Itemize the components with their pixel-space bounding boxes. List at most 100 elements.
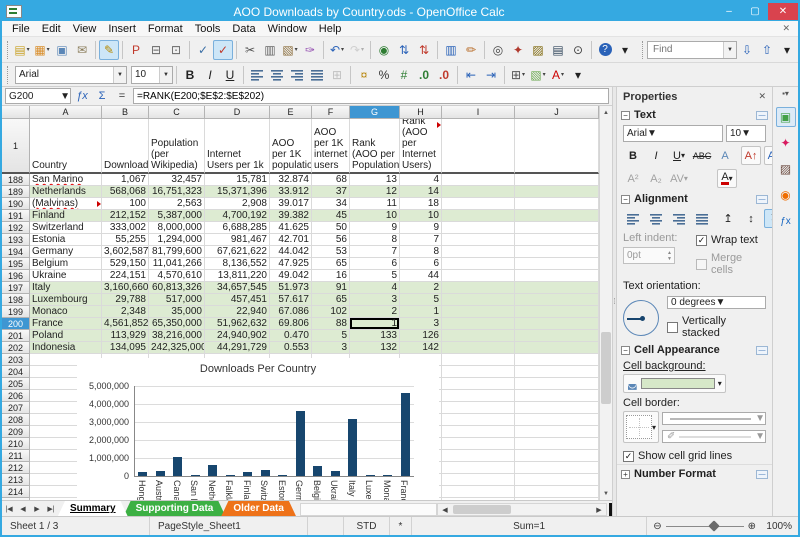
cell-E202[interactable]: 0.553 [270,342,312,354]
menu-file[interactable]: File [6,22,36,36]
cell-J208[interactable] [515,414,599,426]
cell-C191[interactable]: 5,387,000 [149,210,205,222]
cell-A195[interactable]: Belgium [30,258,102,270]
menu-insert[interactable]: Insert [102,22,142,36]
cell-J206[interactable] [515,390,599,402]
row-header-210[interactable]: 210 [2,438,30,450]
scroll-up-icon[interactable]: ▲ [600,106,612,119]
functions-tab[interactable]: ƒx [776,211,796,231]
cell-F198[interactable]: 65 [312,294,350,306]
find-input[interactable] [651,41,723,58]
spellcheck-button[interactable]: ✓ [193,40,213,60]
more-options-icon[interactable]: — [756,345,768,355]
menu-help[interactable]: Help [313,22,348,36]
underline-button[interactable]: U [220,65,240,85]
cell-B198[interactable]: 29,788 [102,294,149,306]
embedded-chart[interactable]: Downloads Per Country 5,000,000 4,000,000 3… [77,358,439,500]
column-header-C[interactable]: C [149,106,205,119]
email-button[interactable]: ✉ [72,40,92,60]
cell-I208[interactable] [442,414,515,426]
cell-I203[interactable] [442,354,515,366]
cell-F189[interactable]: 37 [312,186,350,198]
row-header-207[interactable]: 207 [2,402,30,414]
cell-E197[interactable]: 51.973 [270,282,312,294]
cell-I204[interactable] [442,366,515,378]
sidebar-align-justify-button[interactable] [692,209,712,228]
vertical-scrollbar[interactable]: ▲ ▼ [599,106,612,500]
subscript-button[interactable]: A₂ [646,169,666,188]
edit-mode-button[interactable]: ✎ [99,39,119,60]
sidebar-close-icon[interactable]: ✕ [758,91,766,102]
cell-E196[interactable]: 49.042 [270,270,312,282]
cell-I210[interactable] [442,438,515,450]
cell-J202[interactable] [515,342,599,354]
text-section-header[interactable]: − Text — [617,106,772,123]
cell-I211[interactable] [442,450,515,462]
cell-B191[interactable]: 212,152 [102,210,149,222]
cell-E194[interactable]: 44.042 [270,246,312,258]
format-paintbrush-button[interactable]: ✑ [300,40,320,60]
cell-H190[interactable]: 18 [400,198,442,210]
row-header-201[interactable]: 201 [2,330,30,342]
formula-input[interactable] [133,88,609,104]
cell-H188[interactable]: 4 [400,174,442,186]
cell-A196[interactable]: Ukraine [30,270,102,282]
cell-I202[interactable] [442,342,515,354]
cell-D199[interactable]: 22,940 [205,306,270,318]
horizontal-scrollbar[interactable]: ◀ ▶ [437,503,607,516]
minimize-button[interactable]: – [716,3,742,20]
cell-F190[interactable]: 34 [312,198,350,210]
cell-J213[interactable] [515,474,599,486]
increase-font-button[interactable]: A↑ [741,146,761,165]
cell-G202[interactable]: 132 [350,342,400,354]
column-header-G[interactable]: G [350,106,400,119]
collapse-icon[interactable]: − [621,110,630,120]
more-options-icon[interactable]: — [756,110,768,120]
cell-I195[interactable] [442,258,515,270]
cell-C202[interactable]: 242,325,000 [149,342,205,354]
row-header-215[interactable]: 215 [2,498,30,500]
insert-chart-button[interactable]: ▥ [441,40,461,60]
row-header-213[interactable]: 213 [2,474,30,486]
cell-A197[interactable]: Italy [30,282,102,294]
gallery-button[interactable]: ▨ [528,40,548,60]
cell-B202[interactable]: 134,095 [102,342,149,354]
cell-E191[interactable]: 39.382 [270,210,312,222]
cell-H197[interactable]: 2 [400,282,442,294]
cell-J197[interactable] [515,282,599,294]
name-box-dropdown-icon[interactable]: ▼ [60,91,70,102]
cell-B199[interactable]: 2,348 [102,306,149,318]
cell-E190[interactable]: 39.017 [270,198,312,210]
cell-I197[interactable] [442,282,515,294]
decrease-font-button[interactable]: A↓ [764,146,772,165]
cell-J198[interactable] [515,294,599,306]
number-format-section-header[interactable]: + Number Format — [617,464,772,482]
copy-button[interactable]: ▥ [260,40,280,60]
find-previous-button[interactable]: ⇧ [757,40,777,60]
sheet-tab-supporting-data[interactable]: Supporting Data [124,501,226,516]
previous-sheet-button[interactable]: ◀ [16,502,30,516]
draw-functions-button[interactable]: ✏ [461,40,481,60]
properties-tab[interactable]: ▣ [775,107,796,127]
cell-J195[interactable] [515,258,599,270]
cell-H1[interactable]: Rank (AOO per Internet Users) [400,119,442,174]
paste-button[interactable]: ▧ ▾ [280,40,300,60]
cell-C190[interactable]: 2,563 [149,198,205,210]
cell-I205[interactable] [442,378,515,390]
find-toolbar-grip[interactable] [642,40,643,59]
cell-appearance-section-header[interactable]: − Cell Appearance — [617,341,772,358]
data-sources-button[interactable]: ▤ [548,40,568,60]
cell-G190[interactable]: 11 [350,198,400,210]
cell-G188[interactable]: 13 [350,174,400,186]
page-preview-button[interactable]: ⊡ [166,40,186,60]
sidebar-italic-button[interactable]: I [646,146,666,165]
cell-D196[interactable]: 13,811,220 [205,270,270,282]
sidebar-align-center-button[interactable] [646,209,666,228]
cell-B189[interactable]: 568,068 [102,186,149,198]
sort-ascending-button[interactable]: ⇅ [394,40,414,60]
cell-J205[interactable] [515,378,599,390]
zoom-slider-track[interactable] [665,519,744,532]
cell-H198[interactable]: 5 [400,294,442,306]
spreadsheet-grid[interactable]: A B C D E F G H I J 1 Country Downloads Population (p… [2,106,599,500]
cell-E193[interactable]: 42.701 [270,234,312,246]
